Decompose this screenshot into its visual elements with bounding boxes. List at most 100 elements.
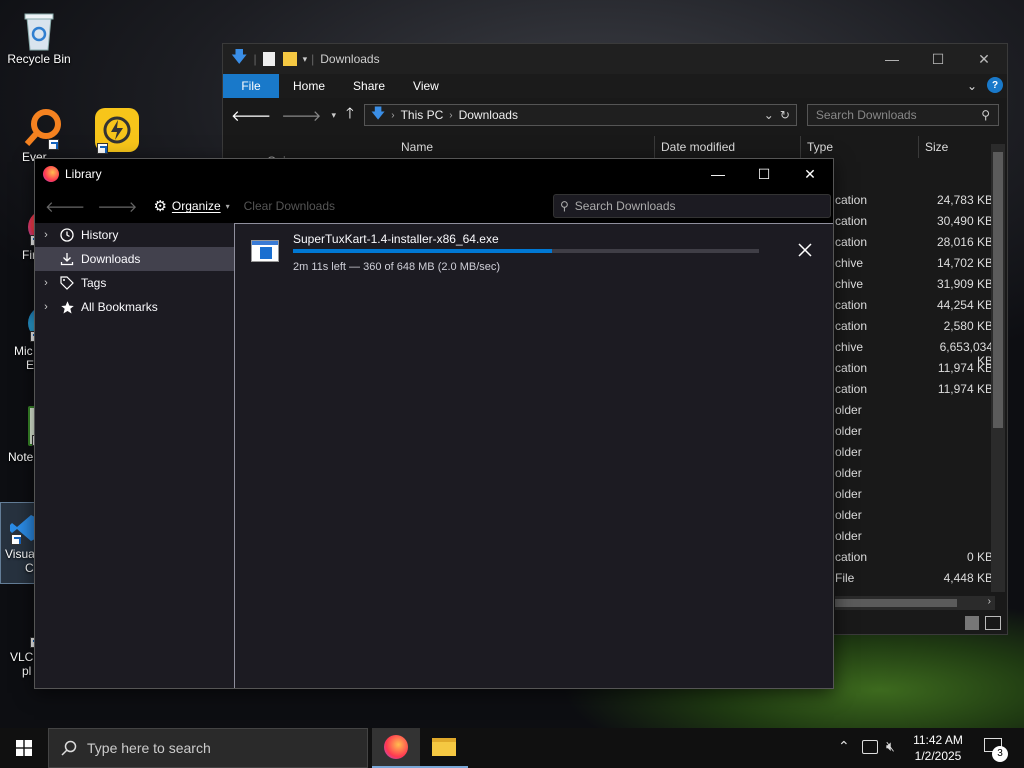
address-dropdown-icon[interactable]: ⌄ xyxy=(764,108,774,122)
breadcrumb-downloads[interactable]: Downloads xyxy=(459,108,518,122)
table-row[interactable]: older xyxy=(835,487,995,508)
chevron-right-icon[interactable]: › xyxy=(35,229,57,241)
desktop-icon-recycle-bin[interactable]: Recycle Bin xyxy=(1,8,77,66)
table-row[interactable]: older xyxy=(835,445,995,466)
large-icons-view-icon[interactable] xyxy=(985,616,1001,630)
minimize-button[interactable]: — xyxy=(695,159,741,189)
clock-icon xyxy=(57,228,77,242)
row-type: older xyxy=(835,424,862,438)
breadcrumb-separator: › xyxy=(449,109,453,121)
download-arrow-icon[interactable]: 🡇 xyxy=(231,46,247,73)
column-date-modified[interactable]: Date modified xyxy=(655,136,801,158)
row-size: 4,448 KB xyxy=(943,571,993,585)
details-view-icon[interactable] xyxy=(965,616,979,630)
download-item[interactable]: SuperTuxKart-1.4-installer-x86_64.exe 2m… xyxy=(235,224,833,280)
table-row[interactable]: cation 30,490 KB xyxy=(835,214,995,235)
column-name[interactable]: Name xyxy=(395,136,655,158)
sidebar-item-all-bookmarks[interactable]: › All Bookmarks xyxy=(35,295,234,319)
forward-arrow-icon[interactable]: 🡒 xyxy=(97,197,137,216)
recent-locations-icon[interactable]: ▾ xyxy=(331,110,336,121)
close-button[interactable]: ✕ xyxy=(961,44,1007,74)
row-type: cation xyxy=(835,193,868,207)
table-row[interactable]: cation 44,254 KB xyxy=(835,298,995,319)
taskbar-app-firefox[interactable] xyxy=(372,728,420,768)
row-type: older xyxy=(835,529,862,543)
scroll-right-icon[interactable]: › xyxy=(988,596,991,607)
tab-share[interactable]: Share xyxy=(339,74,399,98)
refresh-icon[interactable]: ↻ xyxy=(780,108,790,122)
tab-file[interactable]: File xyxy=(223,74,279,98)
network-icon[interactable] xyxy=(862,740,878,754)
explorer-titlebar[interactable]: 🡇 | ▾ | Downloads — ☐ ✕ xyxy=(223,44,1007,74)
scrollbar-thumb[interactable] xyxy=(835,599,957,607)
table-row[interactable]: chive 31,909 KB xyxy=(835,277,995,298)
close-button[interactable]: ✕ xyxy=(787,159,833,189)
table-row[interactable]: cation 11,974 KB xyxy=(835,361,995,382)
address-bar[interactable]: 🡇 › This PC › Downloads ⌄ ↻ xyxy=(363,104,797,126)
table-row[interactable]: cation 11,974 KB xyxy=(835,382,995,403)
ribbon-expand-icon[interactable]: ⌄ xyxy=(967,74,987,98)
properties-icon[interactable] xyxy=(262,52,275,66)
download-filename: SuperTuxKart-1.4-installer-x86_64.exe xyxy=(293,232,499,246)
volume-muted-icon[interactable]: 🔇︎ xyxy=(886,738,895,755)
tab-view[interactable]: View xyxy=(399,74,453,98)
row-type: older xyxy=(835,466,862,480)
organize-button[interactable]: ⚙ Organize ▾ xyxy=(153,197,229,215)
table-row[interactable]: older xyxy=(835,529,995,550)
search-placeholder: Search Downloads xyxy=(574,199,676,213)
help-icon[interactable]: ? xyxy=(987,77,1003,93)
table-row[interactable]: cation 2,580 KB xyxy=(835,319,995,340)
new-folder-icon[interactable] xyxy=(282,52,297,66)
table-row[interactable]: cation 0 KB xyxy=(835,550,995,571)
library-search-input[interactable]: ⚲ Search Downloads xyxy=(553,194,831,218)
breadcrumb-this-pc[interactable]: This PC xyxy=(401,108,444,122)
start-button[interactable] xyxy=(0,728,48,768)
table-row[interactable]: chive 6,653,034 KB xyxy=(835,340,995,368)
taskbar-app-file-explorer[interactable] xyxy=(420,728,468,768)
cancel-download-button[interactable] xyxy=(793,238,817,262)
table-row[interactable]: older xyxy=(835,403,995,424)
desktop-icon-vscode[interactable]: Visua C xyxy=(0,502,38,584)
windows-logo-icon xyxy=(16,740,32,756)
action-center-button[interactable]: 3 xyxy=(980,736,1008,762)
clock[interactable]: 11:42 AM 1/2/2025 xyxy=(906,732,970,764)
show-hidden-icons-chevron[interactable]: ⌃ xyxy=(838,738,850,755)
library-window[interactable]: Library — ☐ ✕ 🡐 🡒 ⚙ Organize ▾ Clear Dow… xyxy=(34,158,834,689)
sidebar-item-tags[interactable]: › Tags xyxy=(35,271,234,295)
chevron-right-icon[interactable]: › xyxy=(35,277,57,289)
horizontal-scrollbar[interactable]: › xyxy=(835,596,995,610)
minimize-button[interactable]: — xyxy=(869,44,915,74)
column-type[interactable]: Type xyxy=(801,136,919,158)
table-row[interactable]: cation 28,016 KB xyxy=(835,235,995,256)
table-row[interactable]: cation 24,783 KB xyxy=(835,193,995,214)
up-arrow-icon[interactable]: 🡑 xyxy=(346,103,354,128)
firefox-icon xyxy=(384,735,408,759)
desktop-icon-everything[interactable]: Ever xyxy=(0,108,62,164)
maximize-button[interactable]: ☐ xyxy=(915,44,961,74)
chevron-right-icon[interactable]: › xyxy=(35,301,57,313)
table-row[interactable]: File 4,448 KB xyxy=(835,571,995,592)
scrollbar-thumb[interactable] xyxy=(993,152,1003,428)
table-row[interactable]: older xyxy=(835,508,995,529)
customize-dropdown-icon[interactable]: ▾ xyxy=(303,54,308,65)
table-row[interactable]: older xyxy=(835,424,995,445)
column-size[interactable]: Size xyxy=(919,136,991,158)
taskbar-search-input[interactable]: Type here to search xyxy=(48,728,368,768)
forward-arrow-icon[interactable]: 🡒 xyxy=(281,106,321,125)
sidebar-item-history[interactable]: › History xyxy=(35,223,234,247)
column-label: Date modified xyxy=(661,140,736,154)
breadcrumb-separator: › xyxy=(391,109,395,121)
sidebar-item-downloads[interactable]: Downloads xyxy=(35,247,234,271)
address-row: 🡐 🡒 ▾ 🡑 🡇 › This PC › Downloads ⌄ ↻ Sear… xyxy=(223,98,1007,132)
explorer-search-input[interactable]: Search Downloads ⚲ xyxy=(806,104,999,126)
back-arrow-icon[interactable]: 🡐 xyxy=(45,197,85,216)
table-row[interactable]: older xyxy=(835,466,995,487)
library-titlebar[interactable]: Library — ☐ ✕ xyxy=(35,159,833,189)
table-row[interactable]: chive 14,702 KB xyxy=(835,256,995,277)
maximize-button[interactable]: ☐ xyxy=(741,159,787,189)
tab-home[interactable]: Home xyxy=(279,74,339,98)
desktop-icon-lightning-app[interactable] xyxy=(95,108,139,156)
clear-downloads-button[interactable]: Clear Downloads xyxy=(244,199,335,213)
back-arrow-icon[interactable]: 🡐 xyxy=(231,106,271,125)
vertical-scrollbar[interactable] xyxy=(991,144,1005,592)
